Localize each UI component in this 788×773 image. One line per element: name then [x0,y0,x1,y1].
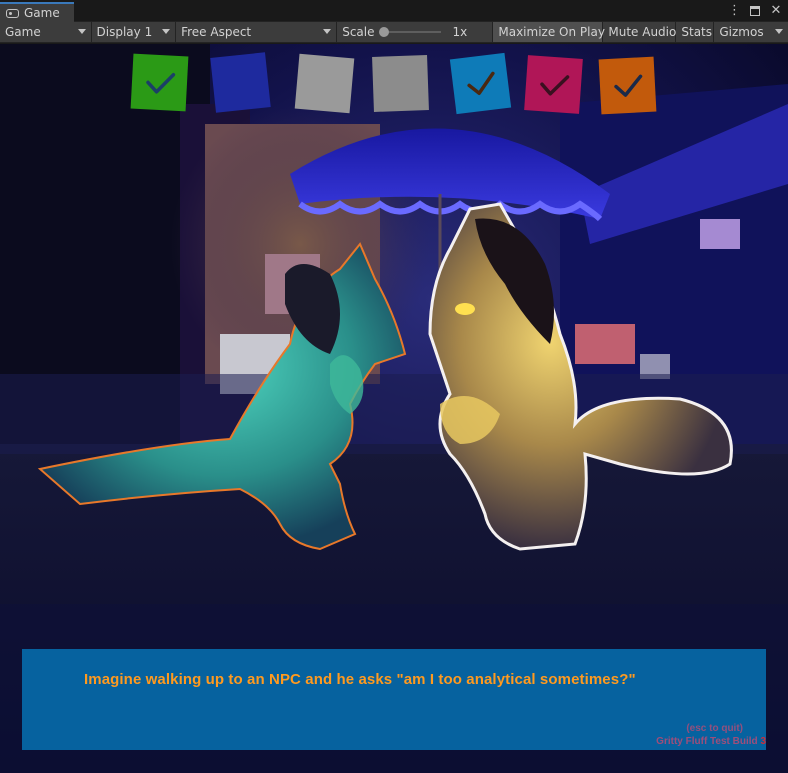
editor-tab-bar: Game ⋮ ✕ [0,0,788,22]
hud-indicator [524,55,583,114]
chevron-down-icon [77,29,86,34]
dialog-panel: Imagine walking up to an NPC and he asks… [22,649,766,750]
tab-game[interactable]: Game [0,2,74,22]
chevron-down-icon [162,29,171,34]
stats-toggle[interactable]: Stats [676,22,715,42]
hud-indicator [598,56,657,115]
scale-control: Scale 1x [337,22,494,42]
chevron-down-icon [323,29,332,34]
checkmark-icon [613,74,642,97]
hud-indicator [130,53,189,112]
hud-indicator-row [0,44,788,124]
gizmos-label: Gizmos [719,25,764,39]
hud-indicator [372,55,429,112]
scale-slider[interactable] [378,27,441,37]
checkmark-icon [145,72,175,94]
checkmark-icon [539,74,569,96]
aspect-dropdown[interactable]: Free Aspect [176,22,338,42]
mute-audio-toggle[interactable]: Mute Audio [603,22,677,42]
display-label: Display 1 [96,25,153,39]
build-name: Gritty Fluff Test Build [656,736,758,747]
maximize-on-play-toggle[interactable]: Maximize On Play [493,22,605,42]
build-label: Gritty Fluff Test Build 3 [656,736,766,747]
view-mode-label: Game [5,25,41,39]
chevron-down-icon [775,29,783,34]
scale-label: Scale [342,25,375,39]
more-options-icon[interactable]: ⋮ [728,3,741,21]
dialog-text: Imagine walking up to an NPC and he asks… [84,671,636,688]
close-icon[interactable]: ✕ [770,3,782,21]
display-dropdown[interactable]: Display 1 [92,22,177,42]
game-viewport[interactable]: Imagine walking up to an NPC and he asks… [0,44,788,773]
view-mode-dropdown[interactable]: Game [0,22,92,42]
gizmos-dropdown[interactable]: Gizmos [714,22,788,42]
checkmark-icon [466,71,495,95]
tab-game-label: Game [24,6,60,20]
aspect-label: Free Aspect [181,25,252,39]
scale-slider-thumb[interactable] [378,27,389,37]
quit-hint: (esc to quit) [686,723,743,734]
gamepad-icon [6,8,19,18]
game-view-toolbar: Game Display 1 Free Aspect Scale 1x Maxi… [0,22,788,43]
window-controls: ⋮ ✕ [728,3,782,21]
maximize-icon[interactable] [749,3,761,21]
hud-indicator [449,52,512,115]
build-number: 3 [760,736,766,747]
hud-indicator [294,53,355,114]
hud-indicator [210,52,271,113]
scale-value: 1x [452,25,468,39]
